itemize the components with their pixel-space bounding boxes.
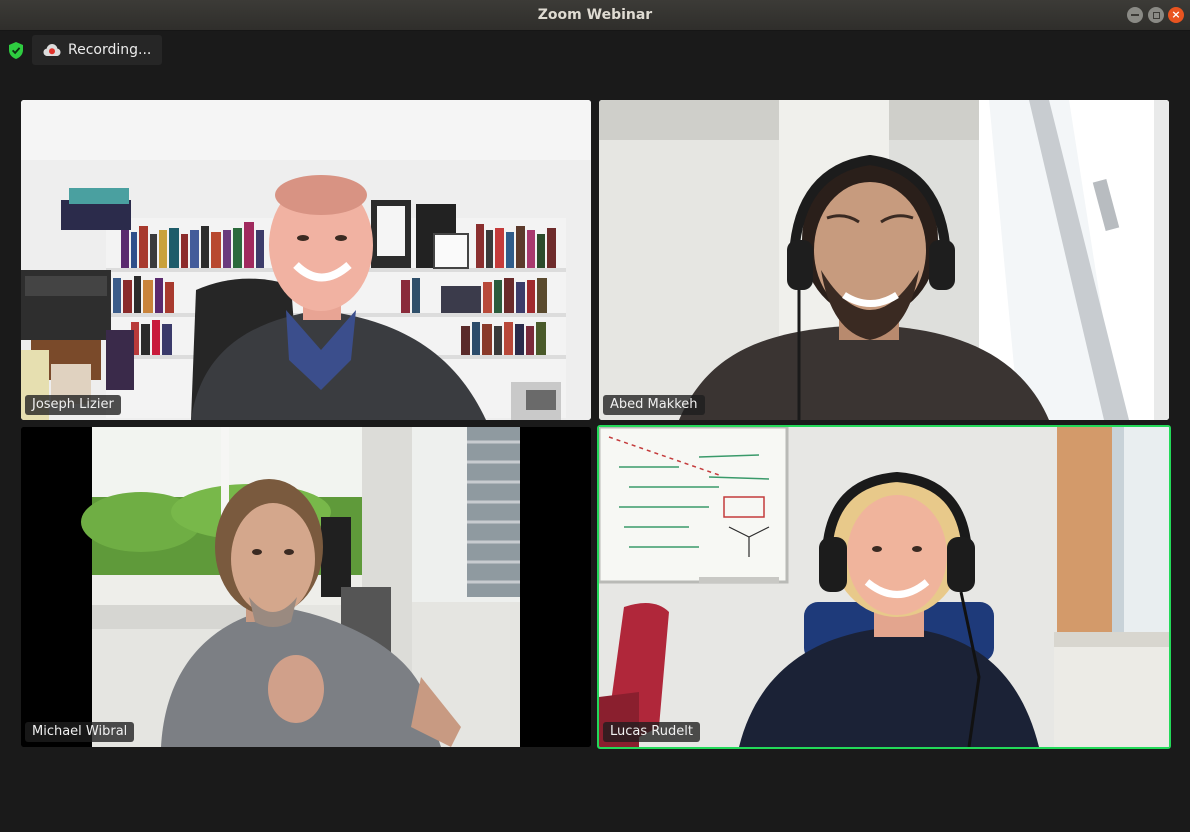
video-feed <box>599 100 1169 420</box>
video-feed <box>21 427 591 747</box>
participant-name-label: Lucas Rudelt <box>603 722 700 742</box>
video-tile-lucas-rudelt[interactable]: Lucas Rudelt <box>597 425 1171 749</box>
video-tile-michael-wibral[interactable]: Michael Wibral <box>21 427 591 747</box>
minimize-icon[interactable] <box>1127 7 1143 23</box>
participant-name-label: Abed Makkeh <box>603 395 705 415</box>
recording-indicator[interactable]: Recording... <box>32 35 162 65</box>
recording-label: Recording... <box>68 42 152 58</box>
window-titlebar[interactable]: Zoom Webinar × <box>0 0 1190 31</box>
close-icon[interactable]: × <box>1168 7 1184 23</box>
maximize-icon[interactable] <box>1148 7 1164 23</box>
video-feed <box>599 427 1169 747</box>
cloud-record-icon <box>43 44 61 56</box>
video-tile-joseph-lizier[interactable]: Joseph Lizier <box>21 100 591 420</box>
participant-name-label: Joseph Lizier <box>25 395 121 415</box>
window-title: Zoom Webinar <box>537 7 653 23</box>
video-tile-abed-makkeh[interactable]: Abed Makkeh <box>599 100 1169 420</box>
participant-name-label: Michael Wibral <box>25 722 135 742</box>
video-feed <box>21 100 591 420</box>
shield-check-icon[interactable] <box>6 40 26 60</box>
